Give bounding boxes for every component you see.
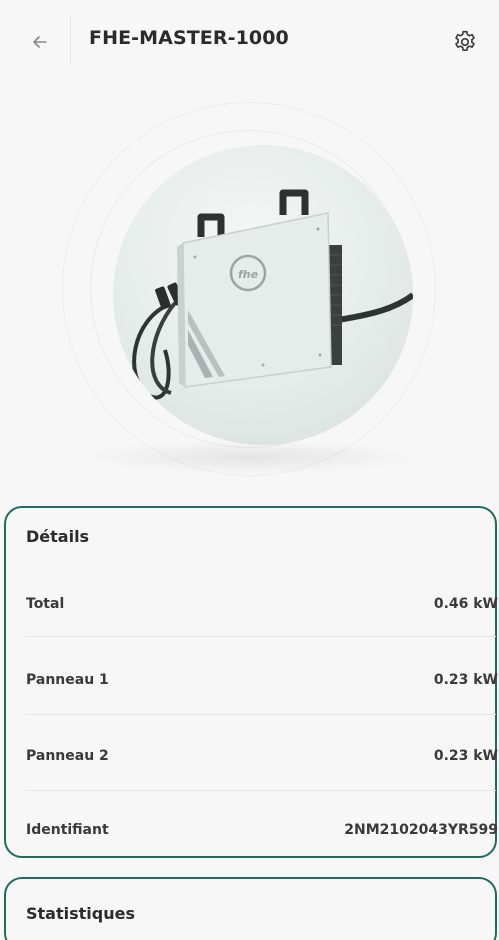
detail-label: Identifiant — [26, 822, 109, 838]
details-title: Détails — [26, 527, 90, 546]
device-image: fhe — [113, 145, 413, 445]
detail-row-total: Total 0.46 kW — [26, 596, 498, 618]
detail-row-panel-1: Panneau 1 0.23 kW — [26, 672, 498, 694]
device-shadow — [80, 440, 420, 474]
detail-label: Panneau 2 — [26, 748, 109, 764]
gear-icon — [452, 29, 478, 55]
page-title: FHE-MASTER-1000 — [89, 27, 289, 49]
device-detail-screen: FHE-MASTER-1000 fhe Détails Total 0.46 k… — [0, 0, 499, 940]
details-card: Détails Total 0.46 kW Panneau 1 0.23 kW … — [4, 506, 498, 858]
detail-label: Panneau 1 — [26, 672, 109, 688]
detail-value: 0.46 kW — [433, 596, 498, 612]
statistics-title: Statistiques — [26, 904, 135, 923]
settings-button[interactable] — [452, 29, 478, 55]
top-bar: FHE-MASTER-1000 — [0, 0, 499, 84]
statistics-card[interactable]: Statistiques — [4, 877, 497, 940]
detail-value: 0.23 kW — [433, 748, 498, 764]
header-divider — [70, 14, 71, 66]
row-divider — [26, 636, 496, 637]
device-hero: fhe — [0, 84, 499, 504]
brand-logo: fhe — [238, 268, 259, 281]
back-button[interactable] — [26, 28, 54, 56]
arrow-left-icon — [26, 28, 54, 56]
detail-label: Total — [26, 596, 65, 612]
detail-row-panel-2: Panneau 2 0.23 kW — [26, 748, 498, 770]
detail-value: 0.23 kW — [433, 672, 498, 688]
detail-value: 2NM2102043YR599 — [344, 822, 498, 838]
detail-row-identifier: Identifiant 2NM2102043YR599 — [26, 822, 498, 844]
row-divider — [26, 714, 496, 715]
row-divider — [26, 790, 496, 791]
